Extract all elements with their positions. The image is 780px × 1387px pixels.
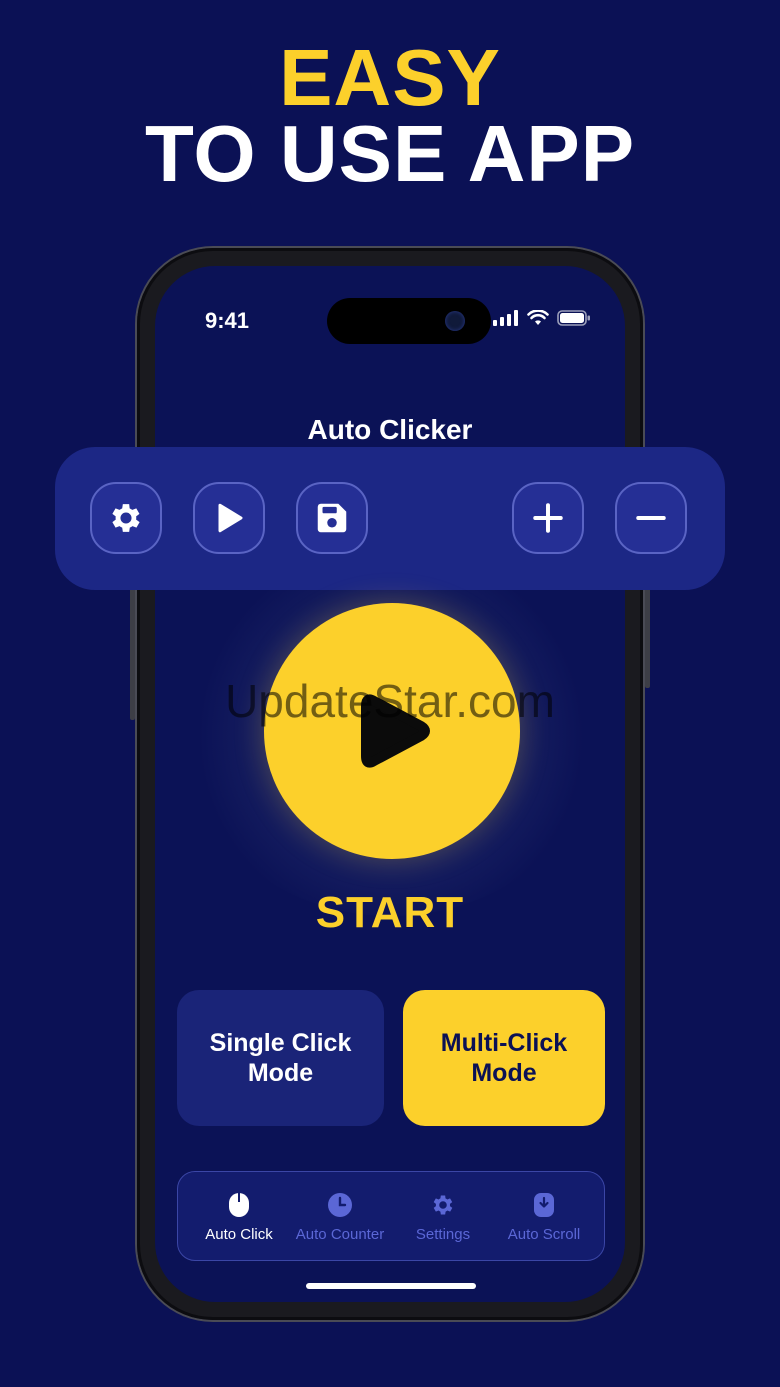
phone-power-button xyxy=(645,588,650,688)
play-button[interactable] xyxy=(193,482,265,554)
signal-icon xyxy=(493,310,518,326)
gear-icon xyxy=(112,504,140,532)
play-icon xyxy=(361,694,430,768)
nav-label-auto-scroll: Auto Scroll xyxy=(507,1225,581,1243)
minus-icon xyxy=(636,516,666,520)
nav-label-auto-click: Auto Click xyxy=(205,1225,273,1243)
add-button[interactable] xyxy=(512,482,584,554)
nav-label-auto-counter: Auto Counter xyxy=(295,1225,385,1243)
home-indicator[interactable] xyxy=(306,1283,476,1289)
camera-icon xyxy=(445,311,465,331)
floating-toolbar xyxy=(55,447,725,590)
start-label: START xyxy=(315,888,465,937)
gear-icon xyxy=(433,1194,453,1215)
headline-to-use-app: TO USE APP xyxy=(144,109,636,198)
remove-button[interactable] xyxy=(615,482,687,554)
status-time: 9:41 xyxy=(205,308,250,333)
settings-button[interactable] xyxy=(90,482,162,554)
single-click-mode-button[interactable]: Single Click Mode xyxy=(177,990,384,1126)
mouse-icon xyxy=(229,1192,249,1217)
play-icon xyxy=(218,503,243,533)
wifi-icon xyxy=(527,310,549,325)
plus-icon xyxy=(533,503,563,533)
nav-item-auto-scroll[interactable]: Auto Scroll xyxy=(496,1172,592,1262)
nav-label-settings: Settings xyxy=(415,1225,471,1243)
multi-click-mode-label: Multi-Click Mode xyxy=(440,1029,568,1087)
nav-item-auto-counter[interactable]: Auto Counter xyxy=(286,1172,394,1262)
scroll-mouse-icon xyxy=(534,1192,554,1217)
multi-click-mode-button[interactable]: Multi-Click Mode xyxy=(403,990,605,1126)
app-title: Auto Clicker xyxy=(307,414,473,445)
nav-item-settings[interactable]: Settings xyxy=(398,1172,488,1262)
status-icons xyxy=(493,310,591,326)
nav-item-auto-click[interactable]: Auto Click xyxy=(192,1172,286,1262)
headline-easy: EASY xyxy=(279,33,501,122)
battery-icon xyxy=(557,310,590,326)
clock-icon xyxy=(328,1192,352,1217)
dynamic-island xyxy=(327,298,491,344)
save-button[interactable] xyxy=(296,482,368,554)
watermark-text: UpdateStar.com xyxy=(225,675,555,727)
bottom-nav: Auto Click Auto Counter Settings Auto Sc… xyxy=(177,1171,605,1261)
floppy-disk-icon xyxy=(317,503,347,533)
start-button[interactable] xyxy=(264,603,520,859)
single-click-mode-label: Single Click Mode xyxy=(209,1029,352,1087)
